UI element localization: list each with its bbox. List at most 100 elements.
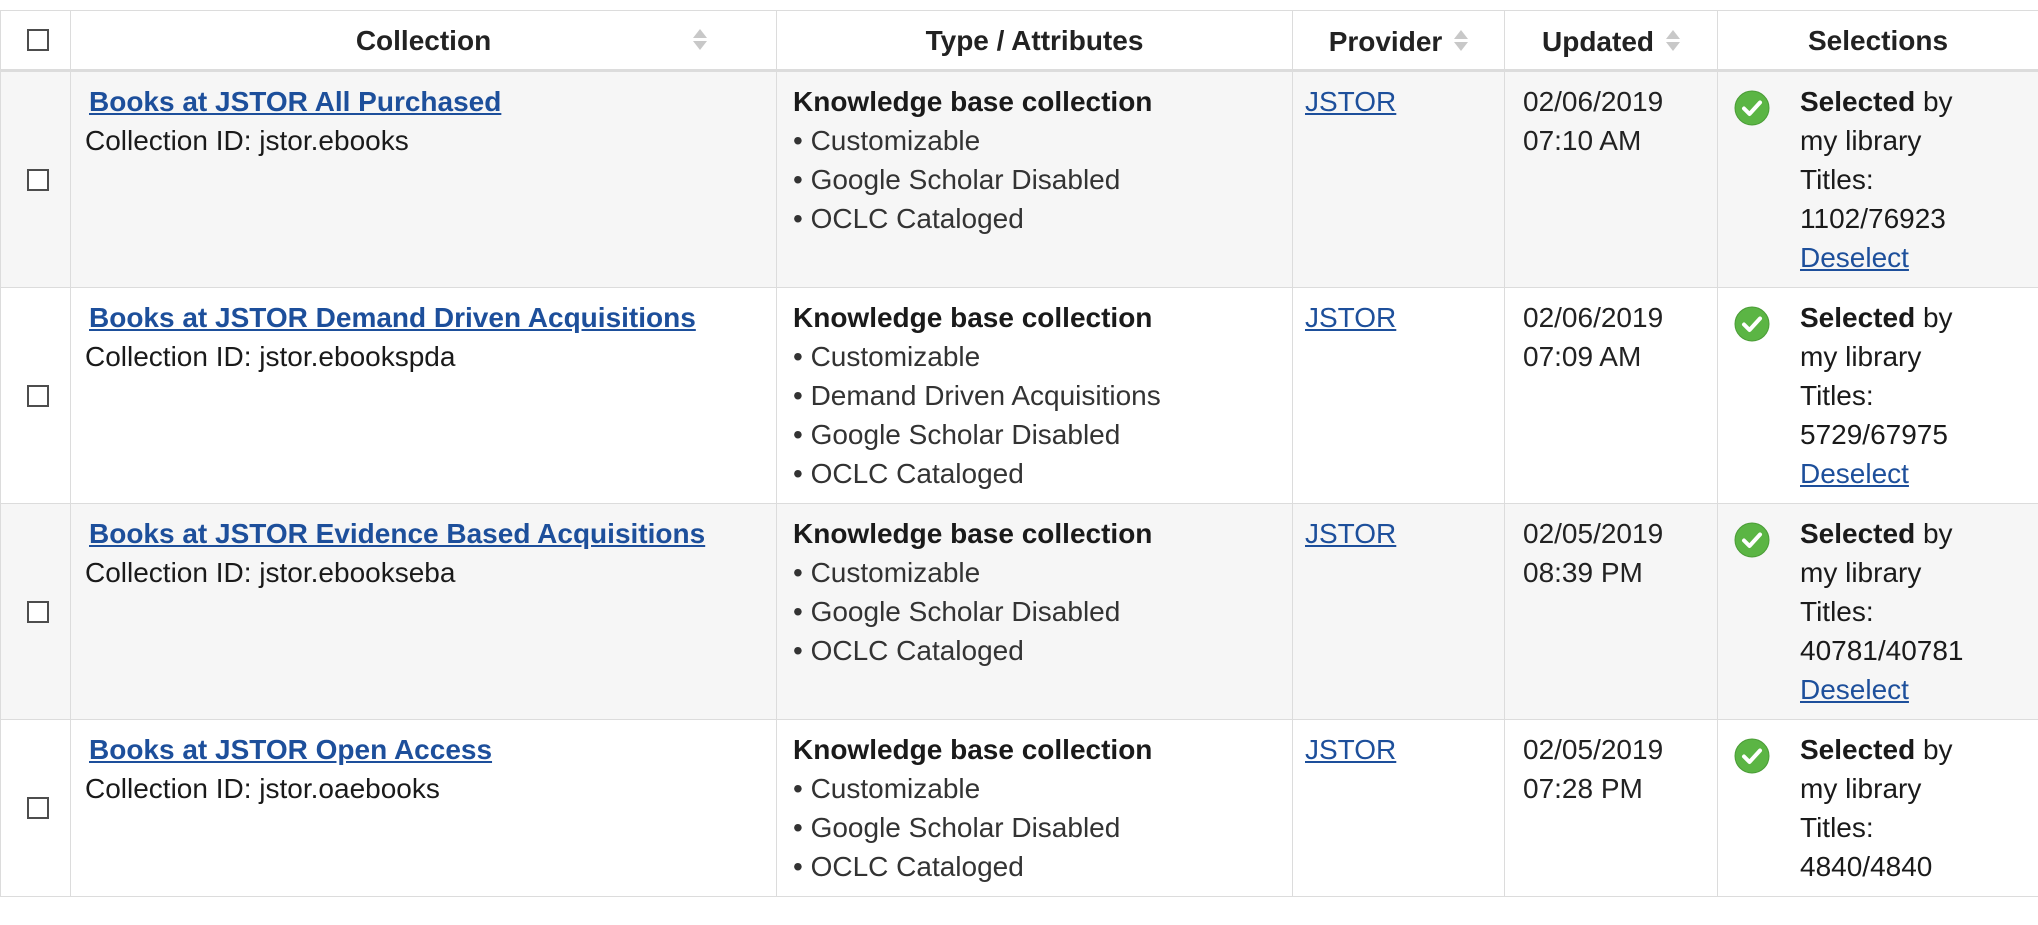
selected-by-text: by [1915, 734, 1953, 765]
sort-icon[interactable] [1454, 28, 1469, 54]
table-row: Books at JSTOR Demand Driven Acquisition… [0, 287, 2038, 504]
provider-link[interactable]: JSTOR [1305, 518, 1396, 549]
updated-cell: 02/05/2019 08:39 PM [1504, 503, 1718, 720]
provider-link[interactable]: JSTOR [1305, 86, 1396, 117]
attribute-list: • Customizable • Google Scholar Disabled •… [793, 121, 1284, 238]
provider-link[interactable]: JSTOR [1305, 734, 1396, 765]
attribute-item: • OCLC Cataloged [793, 851, 1024, 882]
row-checkbox[interactable] [27, 168, 49, 191]
row-checkbox[interactable] [27, 600, 49, 623]
updated-cell: 02/05/2019 07:28 PM [1504, 719, 1718, 897]
selected-owner: my library [1800, 125, 1922, 156]
collection-type: Knowledge base collection [793, 302, 1153, 333]
row-checkbox[interactable] [27, 797, 49, 819]
type-cell: Knowledge base collection • Customizable… [776, 719, 1293, 897]
selection-status: Selected by my library Titles: 40781/407… [1800, 514, 2032, 709]
collection-cell: Books at JSTOR All Purchased Collection … [70, 70, 777, 288]
collection-type: Knowledge base collection [793, 518, 1153, 549]
selections-cell: Selected by my library Titles: 1102/7692… [1717, 70, 2038, 288]
titles-label: Titles: [1800, 164, 1874, 195]
collection-cell: Books at JSTOR Open Access Collection ID… [70, 719, 777, 897]
row-checkbox[interactable] [27, 384, 49, 407]
collection-link[interactable]: Books at JSTOR Open Access [89, 730, 759, 769]
row-select-cell [0, 503, 71, 720]
attribute-item: • Demand Driven Acquisitions [793, 380, 1161, 411]
updated-date: 02/05/2019 [1523, 518, 1664, 549]
sort-icon[interactable] [1666, 28, 1680, 54]
type-cell: Knowledge base collection • Customizable… [776, 287, 1293, 504]
titles-label: Titles: [1800, 380, 1874, 411]
attribute-list: • Customizable • Demand Driven Acquisitio… [793, 337, 1284, 493]
attribute-item: • Google Scholar Disabled [793, 812, 1121, 843]
type-column-header: Type / Attributes [776, 10, 1293, 72]
titles-count: 5729/67975 [1800, 419, 1948, 450]
collections-table-wrapper: Collection Type / Attributes Provider Up… [0, 0, 2038, 925]
selection-status: Selected by my library Titles: 1102/7692… [1800, 82, 2032, 277]
collection-id: Collection ID: jstor.ebooks [85, 125, 409, 156]
updated-date: 02/06/2019 [1523, 302, 1664, 333]
check-circle-icon [1734, 306, 1770, 342]
attribute-item: • OCLC Cataloged [793, 458, 1024, 489]
provider-cell: JSTOR [1292, 503, 1505, 720]
attribute-item: • Google Scholar Disabled [793, 596, 1121, 627]
select-all-header [0, 10, 71, 72]
updated-time: 07:09 AM [1523, 341, 1642, 372]
collection-header-label: Collection [355, 24, 492, 56]
deselect-link[interactable]: Deselect [1800, 674, 1909, 705]
titles-label: Titles: [1800, 596, 1874, 627]
collection-column-header[interactable]: Collection [70, 10, 777, 72]
collection-link[interactable]: Books at JSTOR Demand Driven Acquisition… [89, 298, 759, 337]
selected-label: Selected [1800, 86, 1916, 117]
collection-type: Knowledge base collection [793, 86, 1153, 117]
check-circle-icon [1734, 90, 1770, 126]
deselect-link[interactable]: Deselect [1800, 458, 1909, 489]
selected-owner: my library [1800, 773, 1922, 804]
table-row: Books at JSTOR Evidence Based Acquisitio… [0, 503, 2038, 720]
selections-column-header: Selections [1717, 10, 2038, 72]
select-all-checkbox[interactable] [27, 29, 49, 51]
titles-count: 40781/40781 [1800, 635, 1964, 666]
collection-cell: Books at JSTOR Evidence Based Acquisitio… [70, 503, 777, 720]
collection-type: Knowledge base collection [793, 734, 1153, 765]
selected-owner: my library [1800, 341, 1922, 372]
titles-count: 1102/76923 [1800, 203, 1946, 234]
row-select-cell [0, 70, 71, 288]
sort-icon[interactable] [693, 27, 707, 53]
selections-cell: Selected by my library Titles: 40781/407… [1717, 503, 2038, 720]
updated-cell: 02/06/2019 07:09 AM [1504, 287, 1718, 504]
selection-status: Selected by my library Titles: 5729/6797… [1800, 298, 2032, 493]
attribute-item: • Customizable [793, 773, 981, 804]
selected-line: Selected by [1800, 514, 2032, 553]
updated-date: 02/06/2019 [1523, 86, 1664, 117]
updated-column-header[interactable]: Updated [1504, 10, 1718, 72]
collection-id: Collection ID: jstor.oaebooks [85, 773, 440, 804]
attribute-item: • Customizable [793, 341, 981, 372]
table-row: Books at JSTOR All Purchased Collection … [0, 70, 2038, 288]
selections-cell: Selected by my library Titles: 5729/6797… [1717, 287, 2038, 504]
collection-id: Collection ID: jstor.ebookseba [85, 557, 456, 588]
attribute-list: • Customizable • Google Scholar Disabled •… [793, 769, 1284, 886]
updated-time: 07:10 AM [1523, 125, 1642, 156]
provider-link[interactable]: JSTOR [1305, 302, 1396, 333]
updated-cell: 02/06/2019 07:10 AM [1504, 70, 1718, 288]
collection-link[interactable]: Books at JSTOR All Purchased [89, 82, 759, 121]
selected-by-text: by [1915, 86, 1953, 117]
table-row: Books at JSTOR Open Access Collection ID… [0, 719, 2038, 897]
updated-header-label: Updated [1542, 25, 1654, 57]
selected-label: Selected [1800, 302, 1916, 333]
titles-label: Titles: [1800, 812, 1874, 843]
header-row: Collection Type / Attributes Provider Up… [0, 10, 2038, 72]
row-select-cell [0, 287, 71, 504]
provider-header-label: Provider [1328, 25, 1443, 57]
type-cell: Knowledge base collection • Customizable… [776, 70, 1293, 288]
check-circle-icon [1734, 522, 1770, 558]
selected-by-text: by [1915, 518, 1953, 549]
selected-label: Selected [1800, 734, 1916, 765]
attribute-item: • OCLC Cataloged [793, 203, 1024, 234]
row-select-cell [0, 719, 71, 897]
provider-column-header[interactable]: Provider [1292, 10, 1505, 72]
selections-header-label: Selections [1807, 24, 1949, 56]
collection-link[interactable]: Books at JSTOR Evidence Based Acquisitio… [89, 514, 759, 553]
deselect-link[interactable]: Deselect [1800, 242, 1909, 273]
selection-status: Selected by my library Titles: 4840/4840 [1800, 730, 2032, 886]
